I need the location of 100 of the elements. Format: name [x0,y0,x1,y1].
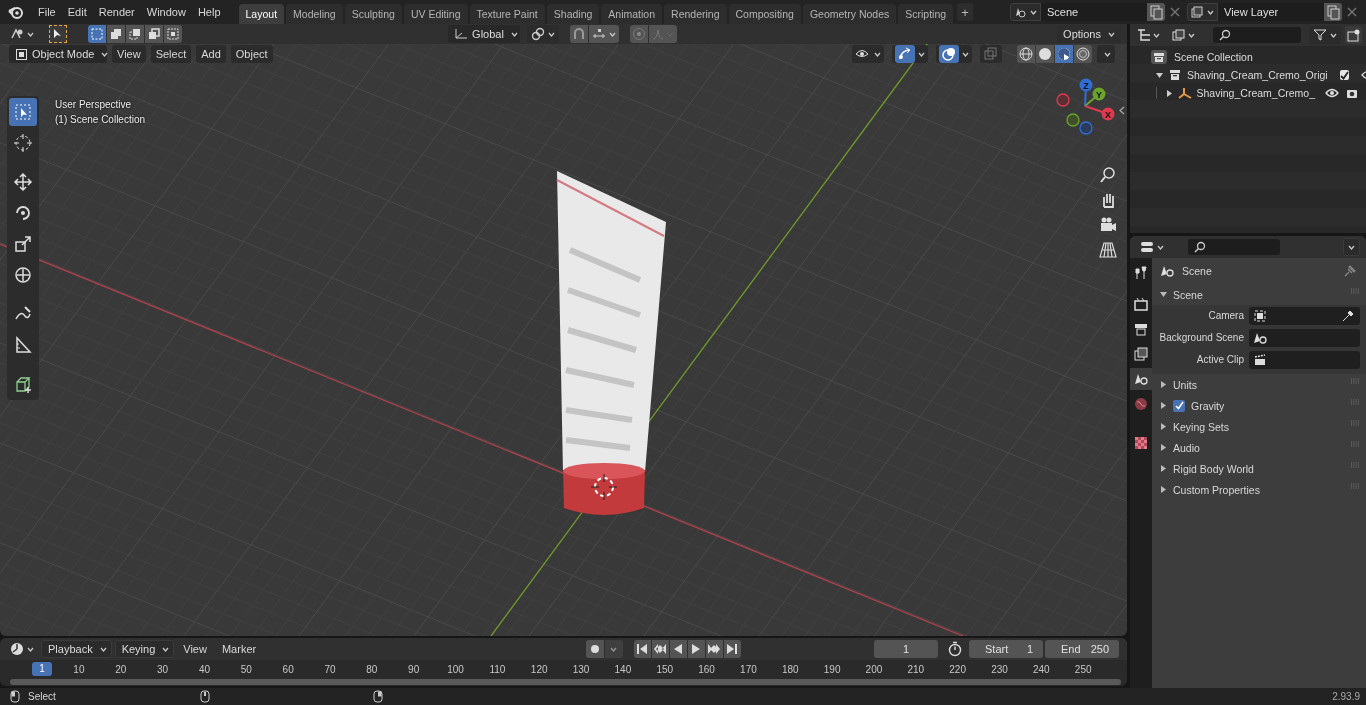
scene-properties-tab[interactable] [1130,368,1152,390]
menu-item[interactable]: Help [191,3,227,21]
visibility-toggle[interactable] [852,45,884,63]
workspace-tab[interactable]: Texture Paint [469,4,545,24]
panel-title[interactable]: Custom Properties [1173,483,1260,496]
scene-field[interactable] [1249,329,1360,347]
panel-title[interactable]: Audio [1173,441,1200,454]
scrollbar[interactable] [10,679,1121,685]
start-frame-field[interactable]: Start 1 [969,640,1043,658]
disclosure-triangle-icon[interactable] [1160,291,1167,298]
shading-options-button[interactable] [1097,45,1115,63]
snap-toggle-button[interactable] [570,25,589,43]
workspace-tab[interactable]: Modeling [286,4,343,24]
zoom-icon[interactable] [1099,166,1117,184]
menu-item[interactable]: Add [196,45,226,63]
workspace-tab[interactable]: Scripting [898,4,954,24]
panel-title[interactable]: Gravity [1191,399,1225,412]
select-tool-button[interactable] [49,25,67,43]
sidebar-toggle-icon[interactable] [1119,106,1125,115]
drag-handle-icon[interactable] [1350,483,1360,489]
previous-keyframe-button[interactable] [651,640,669,658]
search-field[interactable] [1213,27,1301,43]
menu-item[interactable]: File [32,3,62,21]
selection-mode-button[interactable] [145,25,163,43]
view-layer-browse-button[interactable] [1187,3,1218,21]
workspace-tab[interactable]: Animation [601,4,663,24]
search-field[interactable] [1188,239,1280,255]
drag-handle-icon[interactable] [1350,420,1360,426]
close-icon[interactable] [1170,7,1180,17]
menu-item[interactable]: Keying [114,640,175,658]
eyedropper-icon[interactable] [1342,310,1354,322]
drag-handle-icon[interactable] [1350,441,1360,447]
menu-item[interactable]: Render [92,3,141,21]
copy-icon[interactable] [1147,3,1165,21]
exclude-checkbox[interactable] [1339,70,1349,80]
selection-mode-button[interactable] [164,25,182,43]
snap-target-button[interactable] [589,25,620,43]
panel-title[interactable]: Rigid Body World [1173,462,1254,475]
playhead-marker[interactable]: 1 [32,662,52,676]
clip-field[interactable] [1249,351,1360,369]
axis-handle[interactable]: Z [1079,78,1093,107]
menu-item[interactable]: Playback [41,640,112,658]
camera-icon[interactable] [1346,87,1358,99]
disclosure-triangle-icon[interactable] [1160,423,1167,430]
selection-mode-button[interactable] [88,25,106,43]
disclosure-triangle-icon[interactable] [1156,71,1163,79]
outliner-item[interactable]: Shaving_Cream_Cremo_Origi [1187,69,1328,81]
workspace-tab[interactable]: Sculpting [344,4,402,24]
menu-item[interactable]: Select [150,45,192,63]
rendered-shading-button[interactable] [1074,45,1092,63]
play-button[interactable] [687,640,705,658]
panel-title[interactable]: Scene [1173,288,1203,301]
workspace-tab[interactable]: Geometry Nodes [802,4,897,24]
xray-toggle[interactable] [980,45,1002,63]
proportional-edit-button[interactable] [630,25,649,43]
disclosure-triangle-icon[interactable] [1160,402,1167,409]
selection-mode-button[interactable] [107,25,125,43]
panel-checkbox[interactable] [1173,399,1185,412]
pin-icon[interactable] [1344,265,1356,277]
drag-handle-icon[interactable] [1350,378,1360,384]
wireframe-shading-button[interactable] [1017,45,1035,63]
menu-item[interactable]: Object [230,45,273,63]
scene-name-field[interactable]: Scene [1041,3,1147,21]
menu-item[interactable]: Edit [61,3,93,21]
outliner-item[interactable]: Shaving_Cream_Cremo_ [1196,87,1315,99]
filter-button[interactable] [1309,26,1341,44]
menu-item[interactable]: View [177,640,213,658]
mode-dropdown[interactable]: Object Mode [9,45,107,63]
disclosure-triangle-icon[interactable] [1160,381,1167,388]
material-shading-button[interactable] [1055,45,1073,63]
falloff-button[interactable] [649,25,678,43]
scene-browse-button[interactable] [1010,3,1041,21]
options-dropdown-button[interactable] [1343,238,1360,256]
record-button[interactable] [585,640,604,658]
jump-to-end-button[interactable] [723,640,741,658]
current-frame-field[interactable]: 1 [874,640,938,658]
disclosure-triangle-icon[interactable] [1160,444,1167,451]
copy-icon[interactable] [1324,3,1342,21]
camera-field[interactable] [1249,307,1360,325]
drag-handle-icon[interactable] [1350,288,1360,294]
new-collection-button[interactable] [1345,26,1362,44]
jump-to-start-button[interactable] [633,640,651,658]
3d-cursor-icon[interactable] [590,473,618,501]
axis-handle[interactable] [1056,93,1070,107]
workspace-tab[interactable]: Compositing [728,4,801,24]
drag-handle-icon[interactable] [1350,462,1360,468]
overlays-toggle[interactable] [936,45,972,63]
axis-handle[interactable] [1079,121,1093,135]
gizmos-toggle[interactable] [892,45,928,63]
solid-shading-button[interactable] [1036,45,1054,63]
next-keyframe-button[interactable] [705,640,723,658]
menu-item[interactable]: View [112,45,146,63]
disclosure-triangle-icon[interactable] [1165,89,1173,97]
workspace-tab[interactable]: Layout [238,4,285,24]
workspace-tab[interactable]: Rendering [664,4,727,24]
select-tool-button[interactable] [9,98,37,126]
orientation-dropdown[interactable]: Global [448,25,521,43]
stopwatch-icon[interactable] [947,641,963,657]
outliner-item[interactable]: Scene Collection [1174,51,1253,63]
blender-logo-icon[interactable] [8,5,24,19]
